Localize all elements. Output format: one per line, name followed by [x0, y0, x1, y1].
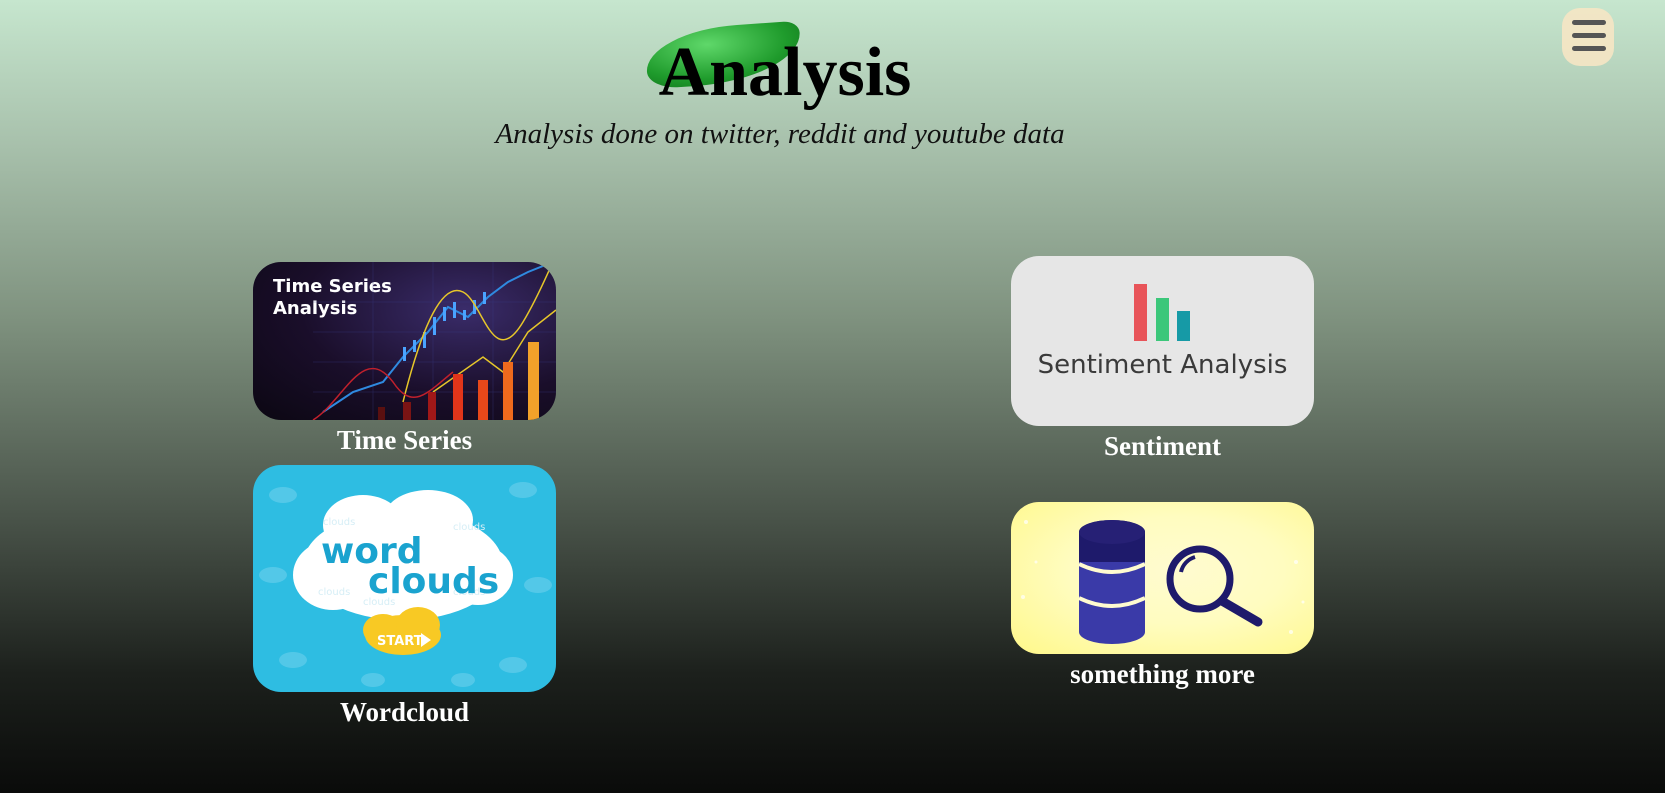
database-search-icon: [1021, 520, 1305, 644]
something-more-image[interactable]: [1011, 502, 1314, 654]
sentiment-image-text: Sentiment Analysis: [1037, 350, 1288, 380]
database-icon: [1078, 520, 1146, 644]
page-subtitle: Analysis done on twitter, reddit and you…: [495, 118, 1065, 150]
sentiment-label[interactable]: Sentiment: [1011, 431, 1314, 462]
hamburger-menu-icon: [1572, 33, 1606, 38]
hamburger-menu-icon: [1572, 46, 1606, 51]
wordcloud-label[interactable]: Wordcloud: [253, 697, 556, 728]
svg-text:clouds: clouds: [453, 522, 485, 533]
sentiment-image[interactable]: Sentiment Analysis: [1011, 256, 1314, 426]
hamburger-menu-icon: [1572, 20, 1606, 25]
svg-text:clouds: clouds: [323, 517, 355, 528]
stock-chart-graphic: [312, 262, 556, 420]
magnifier-icon: [1166, 545, 1263, 627]
page-title: Analysis: [658, 34, 912, 111]
time-series-card[interactable]: Time Series Analysis Time Series: [253, 262, 556, 462]
time-series-image[interactable]: Time Series Analysis: [253, 262, 556, 420]
wordcloud-start: START: [377, 634, 423, 649]
sentiment-card[interactable]: Sentiment Analysis Sentiment: [1011, 256, 1314, 466]
svg-text:clouds: clouds: [318, 587, 350, 598]
wordcloud-image[interactable]: clouds clouds clouds clouds clouds word cl…: [253, 465, 556, 692]
menu-button[interactable]: [1558, 6, 1618, 68]
wordcloud-graphic: clouds clouds clouds clouds clouds word cl…: [259, 482, 552, 687]
time-series-label[interactable]: Time Series: [253, 425, 556, 456]
something-more-label[interactable]: something more: [1011, 659, 1314, 690]
wordcloud-word2: clouds: [368, 561, 499, 602]
wordcloud-card[interactable]: clouds clouds clouds clouds clouds word cl…: [253, 465, 556, 730]
title-block: Analysis: [640, 18, 930, 108]
bar-chart-icon: [1134, 284, 1190, 341]
something-more-card[interactable]: something more: [1011, 502, 1314, 702]
